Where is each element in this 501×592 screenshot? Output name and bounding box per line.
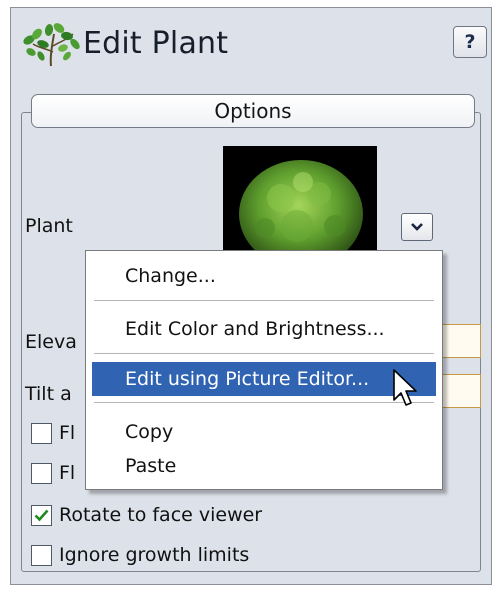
- menu-separator: [94, 353, 434, 354]
- menu-item-edit-picture-editor[interactable]: Edit using Picture Editor...: [92, 362, 436, 396]
- ignore-growth-limits-label: Ignore growth limits: [59, 544, 250, 566]
- menu-item-change[interactable]: Change...: [92, 259, 436, 293]
- context-menu: Change... Edit Color and Brightness... E…: [85, 250, 443, 490]
- menu-item-copy[interactable]: Copy: [92, 415, 436, 449]
- title-bar: Edit Plant ?: [11, 8, 491, 78]
- elevation-label: Eleva: [25, 331, 77, 353]
- options-header[interactable]: Options: [31, 94, 475, 128]
- ignore-growth-limits-checkbox[interactable]: [31, 544, 52, 566]
- edit-plant-panel: Edit Plant ? Options Plant Eleva Tilt a: [10, 7, 492, 585]
- menu-separator: [94, 300, 434, 301]
- mouse-pointer-icon: [393, 369, 417, 406]
- help-button[interactable]: ?: [453, 26, 487, 58]
- menu-item-paste[interactable]: Paste: [92, 449, 436, 483]
- ignore-growth-limits-option[interactable]: Ignore growth limits: [31, 540, 249, 570]
- flip-label-1: Fl: [59, 422, 76, 444]
- flip-option-1[interactable]: Fl: [31, 418, 75, 448]
- flip-checkbox-1[interactable]: [31, 422, 52, 444]
- flip-label-2: Fl: [59, 462, 76, 484]
- plant-preview-image: [223, 146, 377, 258]
- plant-dropdown-button[interactable]: [401, 213, 433, 241]
- rotate-to-face-viewer-label: Rotate to face viewer: [59, 504, 263, 526]
- tilt-label: Tilt a: [25, 383, 72, 405]
- plant-label: Plant: [25, 215, 73, 237]
- rotate-to-face-viewer-option[interactable]: Rotate to face viewer: [31, 500, 262, 530]
- rotate-to-face-viewer-checkbox[interactable]: [31, 504, 52, 526]
- window-title: Edit Plant: [83, 26, 229, 61]
- checkmark-icon: [34, 509, 49, 521]
- menu-separator: [94, 402, 434, 403]
- menu-item-edit-color-brightness[interactable]: Edit Color and Brightness...: [92, 312, 436, 346]
- flip-checkbox-2[interactable]: [31, 462, 52, 484]
- flip-option-2[interactable]: Fl: [31, 458, 75, 488]
- chevron-down-icon: [411, 223, 423, 231]
- plant-icon: [23, 23, 80, 67]
